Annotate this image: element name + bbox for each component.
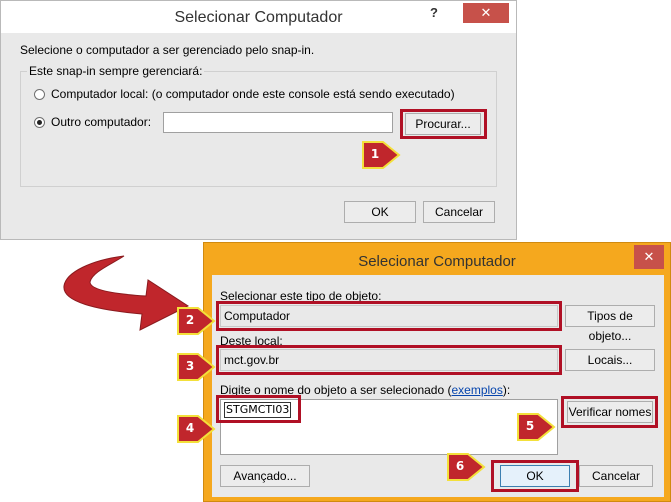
step-badge-6: 6	[446, 452, 486, 482]
dialog2-body: Selecionar este tipo de objeto: Computad…	[212, 275, 664, 497]
close-button-2[interactable]: ✕	[634, 245, 664, 269]
advanced-button[interactable]: Avançado...	[220, 465, 310, 487]
group-label: Este snap-in sempre gerenciará:	[27, 64, 205, 78]
step-number: 6	[455, 459, 465, 473]
highlight-location	[216, 345, 562, 375]
step-badge-1: 1	[361, 140, 401, 170]
radio-other-computer[interactable]	[34, 117, 45, 128]
step-number: 2	[185, 313, 195, 327]
instruction-text: Selecione o computador a ser gerenciado …	[20, 43, 315, 57]
step-badge-3: 3	[176, 352, 216, 382]
dialog-select-computer-1: Selecionar Computador ? ✕ Selecione o co…	[0, 0, 517, 240]
highlight-object-type	[216, 301, 562, 331]
dialog2-title: Selecionar Computador	[358, 253, 516, 270]
step-number: 5	[525, 419, 535, 433]
step-badge-4: 4	[176, 414, 216, 444]
object-types-button[interactable]: Tipos de objeto...	[565, 305, 655, 343]
highlight-ok	[491, 460, 579, 492]
radio-other-label: Outro computador:	[51, 115, 152, 129]
enter-name-suffix: ):	[502, 383, 511, 397]
examples-link[interactable]: exemplos	[451, 383, 502, 397]
step-number: 1	[370, 147, 380, 161]
highlight-check-names	[561, 396, 658, 428]
highlight-browse	[400, 109, 487, 139]
other-computer-input[interactable]	[163, 112, 393, 133]
step-badge-2: 2	[176, 306, 216, 336]
dialog-select-computer-2: Selecionar Computador ✕ Selecionar este …	[203, 242, 671, 502]
dialog1-titlebar: Selecionar Computador ? ✕	[1, 1, 516, 33]
close-button[interactable]: ✕	[463, 3, 509, 23]
radio-local-computer[interactable]	[34, 89, 45, 100]
step-badge-5: 5	[516, 412, 556, 442]
step-number: 3	[185, 359, 195, 373]
cancel-button-2[interactable]: Cancelar	[579, 465, 653, 487]
ok-button[interactable]: OK	[344, 201, 416, 223]
step-number: 4	[185, 421, 195, 435]
cancel-button[interactable]: Cancelar	[423, 201, 495, 223]
highlight-object-name	[216, 395, 301, 423]
help-icon[interactable]: ?	[421, 5, 447, 25]
radio-local-label: Computador local: (o computador onde est…	[51, 87, 455, 101]
locations-button[interactable]: Locais...	[565, 349, 655, 371]
